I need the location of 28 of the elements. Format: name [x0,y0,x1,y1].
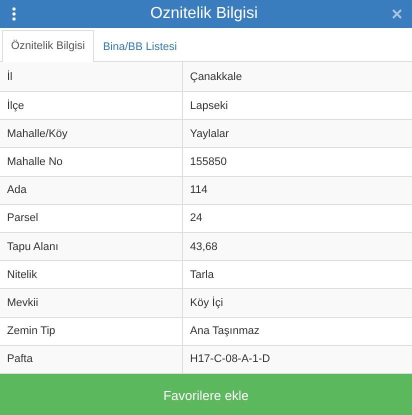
attribute-value: Ana Taşınmaz [182,318,412,345]
attribute-label: İl [6,70,14,84]
attribute-value: Tarla [182,261,412,288]
attribute-label: Mahalle/Köy [6,126,69,142]
attribute-label: İlçe [6,98,26,114]
close-icon[interactable] [392,9,402,19]
tab[interactable]: Bina/BB Listesi [94,31,186,62]
attribute-label: Pafta [6,352,34,368]
window-title: Oznitelik Bilgisi [150,5,258,22]
attribute-value: Yaylalar [182,120,412,148]
attribute-value: H17-C-08-A-1-D [182,346,412,373]
attribute-label: Mevkii [6,296,40,311]
attribute-value: 24 [182,204,412,232]
attribute-value: 155850 [182,148,412,176]
attribute-value: Çanakkale [182,62,412,91]
attribute-label: Nitelik [6,268,38,283]
add-to-favorites-button[interactable]: Favorilere ekle [0,374,412,415]
attribute-label: Zemin Tip [6,324,56,340]
tab[interactable]: Öznitelik Bilgisi [2,30,94,62]
attribute-value: 114 [182,176,412,204]
attribute-value: Köy İçi [182,289,412,316]
attribute-value: Lapseki [182,92,412,120]
menu-icon[interactable] [12,7,16,21]
attribute-label: Tapu Alanı [6,240,60,255]
attribute-value: 43,68 [182,232,412,260]
attribute-label: Parsel [6,211,40,226]
attribute-label: Mahalle No [6,154,64,170]
attribute-label: Ada [6,183,28,198]
